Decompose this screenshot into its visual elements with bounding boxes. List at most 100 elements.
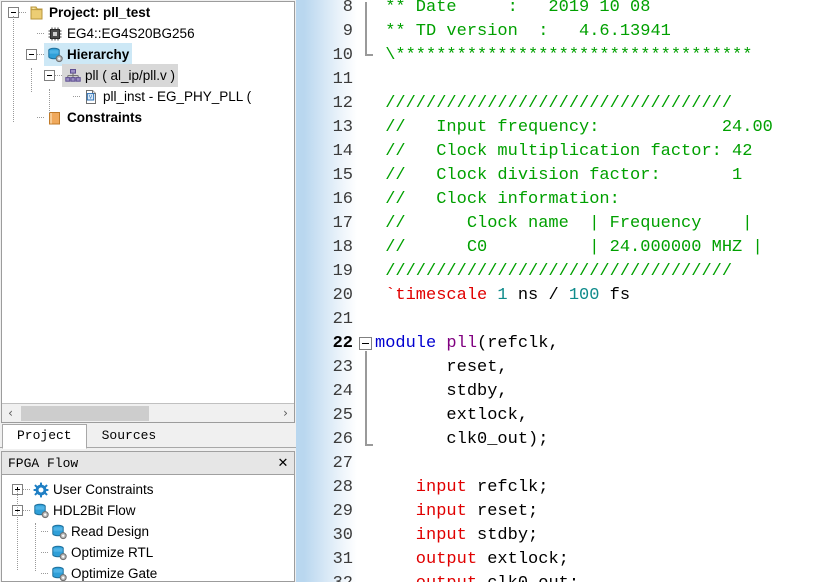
scroll-right-icon[interactable]: › <box>277 405 294 422</box>
line-number: 32 <box>333 572 353 582</box>
line-number: 30 <box>332 526 353 545</box>
chip-icon <box>47 26 63 42</box>
tree-item-constraints[interactable]: Constraints <box>2 107 294 128</box>
line-number: 16 <box>332 190 353 209</box>
code-text-area[interactable]: ** Date : 2019 10 08 ** TD version : 4.6… <box>375 0 834 582</box>
gear-blue-icon <box>33 482 49 498</box>
tab-project[interactable]: Project <box>2 424 87 449</box>
code-token: ////////////////////////////////// <box>375 94 733 113</box>
line-number: 28 <box>332 478 353 497</box>
tab-sources[interactable]: Sources <box>87 424 172 448</box>
code-line: stdby, <box>375 380 507 404</box>
folder-yellow-icon <box>29 5 45 21</box>
tree-item-hierarchy[interactable]: Hierarchy <box>2 43 294 66</box>
code-token: ** Date : 2019 10 08 <box>375 0 651 17</box>
tree-guide-line <box>35 523 36 571</box>
code-token: output <box>375 574 477 582</box>
code-token: stdby; <box>466 526 539 545</box>
tree-item-project-root[interactable]: Project: pll_test <box>2 2 294 23</box>
code-line: input refclk; <box>375 476 549 500</box>
code-line: // Clock multiplication factor: 42 <box>375 140 752 164</box>
flow-item-content[interactable]: User Constraints <box>30 478 157 501</box>
code-token: input <box>375 478 467 497</box>
code-line: `timescale 1 ns / 100 fs <box>375 284 630 308</box>
flow-item-content[interactable]: Optimize Gate <box>48 562 160 581</box>
code-token: / <box>548 286 559 305</box>
code-fold-column[interactable] <box>357 0 375 582</box>
code-line: \*********************************** <box>375 44 752 68</box>
line-number: 12 <box>332 94 353 113</box>
fpga-flow-body[interactable]: User Constraints HDL2Bit Flow Read Design O… <box>1 475 295 582</box>
tree-item-pll-module[interactable]: pll ( al_ip/pll.v ) <box>2 64 294 87</box>
close-icon[interactable]: ✕ <box>276 456 290 470</box>
tree-item-device[interactable]: EG4::EG4S20BG256 <box>2 23 294 44</box>
hscroll-thumb[interactable] <box>21 405 149 421</box>
project-tree[interactable]: Project: pll_test EG4::EG4S20BG256Hierarc… <box>2 2 294 125</box>
flow-item-read-design[interactable]: Read Design <box>2 521 294 542</box>
tree-item-content[interactable]: Hierarchy <box>44 43 133 66</box>
tree-connector <box>23 488 30 491</box>
tree-item-label: Hierarchy <box>67 47 130 62</box>
project-tree-hscrollbar[interactable]: ‹ › <box>2 403 294 422</box>
tree-guide-line <box>49 89 50 113</box>
project-tree-scroll[interactable]: Project: pll_test EG4::EG4S20BG256Hierarc… <box>2 2 294 403</box>
code-token: extlock, <box>375 406 529 425</box>
tree-collapse-icon[interactable] <box>26 49 37 60</box>
tree-item-content[interactable]: EG4::EG4S20BG256 <box>44 22 198 45</box>
tree-expander-placeholder <box>62 91 73 102</box>
project-panel-tabs[interactable]: Project Sources <box>0 423 296 449</box>
line-number: 9 <box>342 22 353 41</box>
flow-item-content[interactable]: Optimize RTL <box>48 541 156 564</box>
code-token: input <box>375 502 467 521</box>
tree-item-content[interactable]: Constraints <box>44 106 145 129</box>
line-number: 23 <box>332 358 353 377</box>
code-token: 1 <box>497 286 508 305</box>
flow-item-optimize-gate[interactable]: Optimize Gate <box>2 562 294 581</box>
database-icon <box>47 47 63 63</box>
panel-splitter[interactable] <box>296 0 304 582</box>
tree-item-content[interactable]: Project: pll_test <box>26 2 153 24</box>
code-token: module <box>375 334 447 353</box>
tree-connector <box>19 11 26 14</box>
flow-item-content[interactable]: Read Design <box>48 520 152 543</box>
code-line: clk0_out); <box>375 428 548 452</box>
code-editor[interactable]: 8 9 10 11 12 13 14 15 16 17 18 19 20 21 22 23 24 25 26 27 28… <box>304 0 834 582</box>
hscroll-track[interactable] <box>19 404 277 422</box>
flow-item-hdl2bit-flow[interactable]: HDL2Bit Flow <box>2 500 294 521</box>
code-token: extlock; <box>477 550 569 569</box>
line-number: 22 <box>332 334 353 353</box>
tree-collapse-icon[interactable] <box>44 70 55 81</box>
tree-connector <box>23 509 30 512</box>
flow-item-label: Read Design <box>71 524 150 539</box>
code-fold-toggle[interactable] <box>359 337 372 350</box>
code-token: // Input frequency: 24.00 <box>375 118 773 137</box>
code-line: output extlock; <box>375 548 569 572</box>
tree-item-content[interactable]: v pll_inst - EG_PHY_PLL ( <box>80 85 254 108</box>
flow-item-user-constraints[interactable]: User Constraints <box>2 479 294 500</box>
line-number: 18 <box>332 238 353 257</box>
tree-item-label: Constraints <box>67 110 143 125</box>
verilog-file-icon: v <box>83 89 99 105</box>
flow-item-optimize-rtl[interactable]: Optimize RTL <box>2 542 294 563</box>
scroll-left-icon[interactable]: ‹ <box>2 405 19 422</box>
code-token: input <box>375 526 467 545</box>
code-fold-line <box>365 2 367 54</box>
line-number: 10 <box>332 46 353 65</box>
line-number: 17 <box>332 214 353 233</box>
code-token: // C0 | 24.000000 MHZ | <box>375 238 763 257</box>
tree-connector <box>73 95 80 98</box>
flow-item-content[interactable]: HDL2Bit Flow <box>30 499 139 522</box>
tree-item-content[interactable]: pll ( al_ip/pll.v ) <box>62 64 179 87</box>
line-number: 20 <box>332 286 353 305</box>
flow-item-label: Optimize RTL <box>71 545 154 560</box>
code-token: refclk; <box>466 478 549 497</box>
fpga-flow-tree[interactable]: User Constraints HDL2Bit Flow Read Design O… <box>2 478 294 581</box>
application-window: Project: pll_test EG4::EG4S20BG256Hierarc… <box>0 0 834 582</box>
tree-item-pll-inst[interactable]: v pll_inst - EG_PHY_PLL ( <box>2 86 294 107</box>
